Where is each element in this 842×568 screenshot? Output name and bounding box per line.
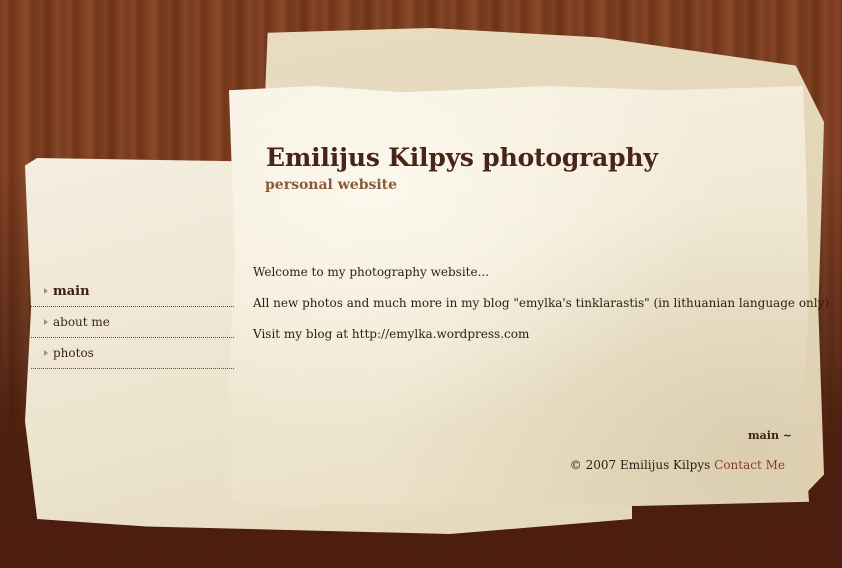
triangle-right-icon [44,350,48,356]
contact-me-link[interactable]: Contact Me [714,458,785,472]
triangle-right-icon [44,319,48,325]
triangle-right-icon [44,288,48,294]
footer: © 2007 Emilijus Kilpys Contact Me [570,458,785,472]
site-subtitle: personal website [265,177,398,193]
nav-item-label: about me [53,315,110,329]
sidebar-nav: main about me photos [31,276,234,369]
breadcrumb: main ~ [748,429,792,442]
nav-item-about-me[interactable]: about me [31,307,234,338]
welcome-text: Welcome to my photography website... [253,265,490,279]
nav-item-label: photos [53,346,94,360]
blog-announcement-text: All new photos and much more in my blog … [253,296,830,310]
nav-item-main[interactable]: main [31,276,234,307]
site-title: Emilijus Kilpys photography [266,143,658,172]
nav-item-label: main [53,283,90,299]
nav-item-photos[interactable]: photos [31,338,234,369]
copyright-text: © 2007 Emilijus Kilpys [569,458,711,472]
blog-link-text: Visit my blog at http://emylka.wordpress… [253,327,530,341]
main-content: Welcome to my photography website... All… [253,265,830,358]
